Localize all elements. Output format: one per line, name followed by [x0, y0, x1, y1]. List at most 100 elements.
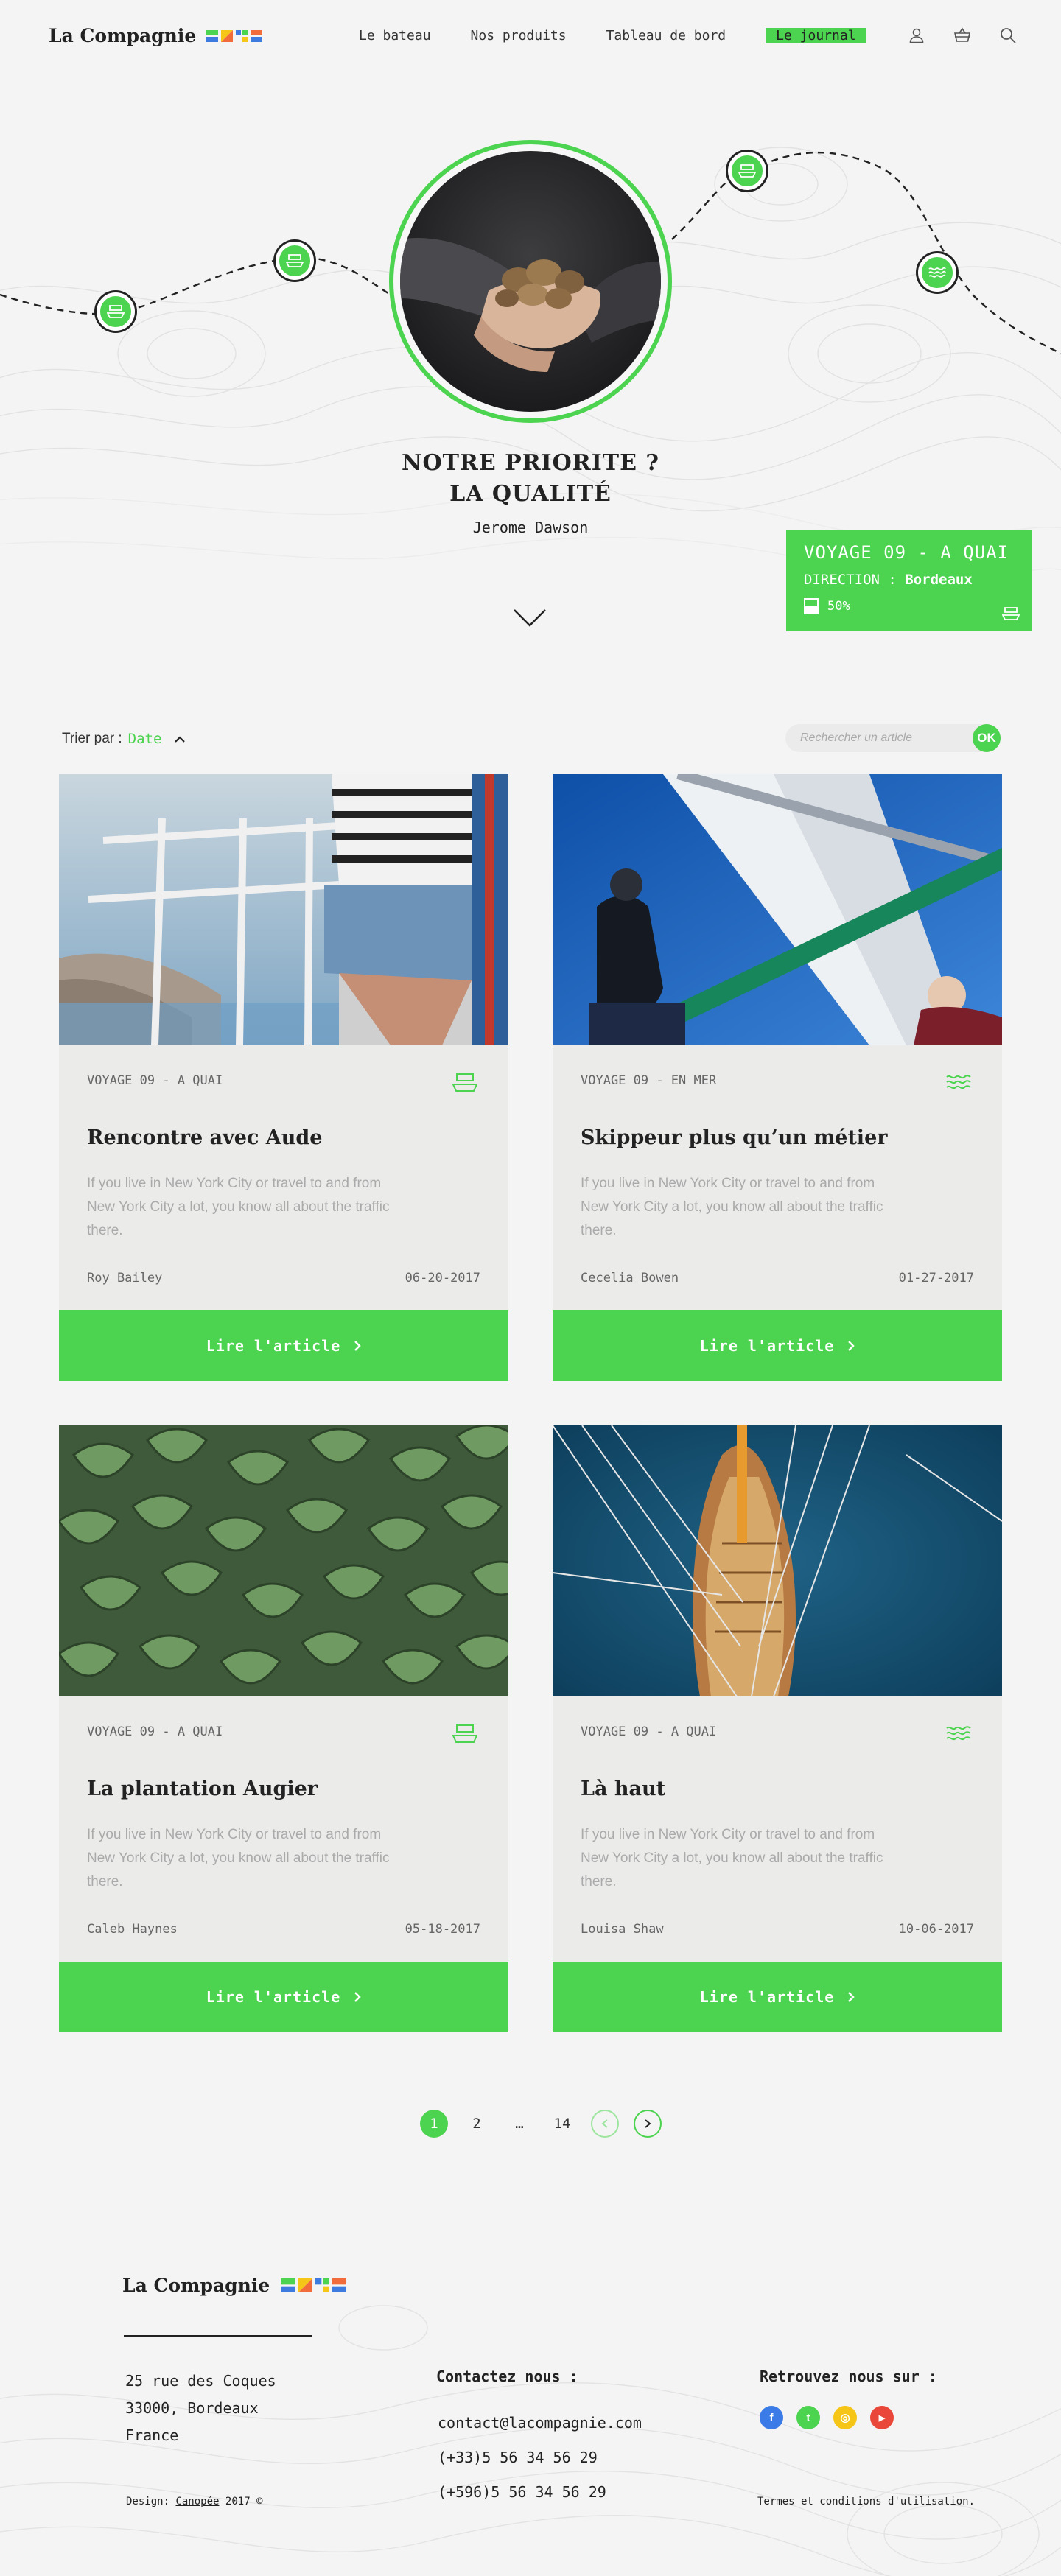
- terms-link[interactable]: Termes et conditions d'utilisation.: [757, 2496, 975, 2507]
- social-links: f t ◎ ▶: [760, 2406, 894, 2429]
- article-date: 01-27-2017: [898, 1271, 974, 1285]
- footer-address: 25 rue des Coques 33000, Bordeaux France: [125, 2368, 276, 2449]
- next-page-button[interactable]: [634, 2110, 662, 2138]
- footer-brand-logo[interactable]: La Compagnie: [122, 2275, 347, 2296]
- search-icon[interactable]: [999, 27, 1017, 44]
- user-icon[interactable]: [908, 27, 925, 44]
- voyage-direction: DIRECTION : Bordeaux: [804, 572, 1014, 588]
- article-title[interactable]: La plantation Augier: [87, 1777, 318, 1800]
- article-date: 06-20-2017: [405, 1271, 480, 1285]
- read-article-button[interactable]: Lire l'article: [59, 1310, 508, 1381]
- article-card: VOYAGE 09 - EN MER Skippeur plus qu’un m…: [553, 774, 1002, 1381]
- ship-icon: [452, 1724, 477, 1743]
- social-heading: Retrouvez nous sur :: [760, 2368, 937, 2385]
- ship-from-mast-photo: [553, 1425, 1002, 1696]
- article-excerpt: If you live in New York City or travel t…: [581, 1827, 883, 1889]
- search-ok-button[interactable]: OK: [973, 724, 1001, 752]
- nav-link-le-journal[interactable]: Le journal: [766, 28, 866, 43]
- chevron-up-icon[interactable]: [173, 734, 186, 743]
- page-2[interactable]: 2: [463, 2110, 491, 2138]
- brand-mark-orange: [298, 2278, 313, 2292]
- sailor-rope-photo: [553, 774, 1002, 1045]
- brand-mark-blue: [236, 29, 248, 42]
- bananas-photo: [59, 1425, 508, 1696]
- read-article-button[interactable]: Lire l'article: [59, 1962, 508, 2032]
- battery-icon: [804, 598, 819, 614]
- facebook-icon[interactable]: f: [760, 2406, 783, 2429]
- footer-brand-name: La Compagnie: [122, 2275, 270, 2296]
- article-image[interactable]: [59, 774, 508, 1045]
- read-article-label: Lire l'article: [206, 1988, 341, 2006]
- prev-page-button[interactable]: [591, 2110, 619, 2138]
- twitter-icon[interactable]: t: [796, 2406, 820, 2429]
- article-date: 05-18-2017: [405, 1922, 480, 1937]
- article-card: VOYAGE 09 - A QUAI Rencontre avec Aude I…: [59, 774, 508, 1381]
- sort-control: Trier par : Date: [62, 731, 186, 747]
- youtube-icon[interactable]: ▶: [870, 2406, 894, 2429]
- article-voyage-tag: VOYAGE 09 - A QUAI: [87, 1073, 223, 1088]
- ship-icon: [107, 305, 125, 318]
- nav-link-nos-produits[interactable]: Nos produits: [471, 28, 567, 43]
- pagination: 1 2 … 14: [420, 2110, 662, 2138]
- brand-mark-orange: [221, 29, 234, 42]
- design-credit-suffix: 2017 ©: [225, 2496, 263, 2507]
- chevron-right-icon: [354, 1992, 361, 2002]
- route-stop-1[interactable]: [97, 292, 135, 331]
- read-article-label: Lire l'article: [206, 1337, 341, 1355]
- voyage-title: VOYAGE 09 - A QUAI: [804, 542, 1009, 563]
- page-1[interactable]: 1: [420, 2110, 448, 2138]
- article-image[interactable]: [59, 1425, 508, 1696]
- design-credit-link[interactable]: Canopée: [175, 2496, 219, 2507]
- brand-marks: [206, 29, 263, 42]
- basket-icon[interactable]: [953, 27, 971, 44]
- route-stop-2[interactable]: [276, 242, 314, 280]
- contact-phone-1[interactable]: (+33)5 56 34 56 29: [438, 2440, 642, 2475]
- article-card: VOYAGE 09 - A QUAI La plantation Augier …: [59, 1425, 508, 2032]
- footer-divider: [124, 2335, 312, 2337]
- hero-section: NOTRE PRIORITE ? LA QUALITÉ Jerome Dawso…: [0, 74, 1061, 685]
- sort-value[interactable]: Date: [128, 731, 162, 747]
- brand-logo[interactable]: La Compagnie: [49, 25, 263, 46]
- brand-mark-blue: [315, 2278, 330, 2292]
- route-stop-3[interactable]: [728, 152, 766, 190]
- brand-mark-stripes: [332, 2278, 347, 2292]
- nav-link-le-bateau[interactable]: Le bateau: [359, 28, 431, 43]
- chevron-right-icon: [354, 1341, 361, 1351]
- nav-link-tableau-de-bord[interactable]: Tableau de bord: [606, 28, 726, 43]
- contact-phone-2[interactable]: (+596)5 56 34 56 29: [438, 2475, 642, 2510]
- voyage-status-card[interactable]: VOYAGE 09 - A QUAI DIRECTION : Bordeaux …: [786, 530, 1032, 631]
- article-title[interactable]: Rencontre avec Aude: [87, 1126, 322, 1149]
- article-image[interactable]: [553, 1425, 1002, 1696]
- main-menu: Le bateau Nos produits Tableau de bord L…: [359, 28, 866, 43]
- article-author: Roy Bailey: [87, 1271, 163, 1285]
- page-14[interactable]: 14: [548, 2110, 576, 2138]
- article-excerpt: If you live in New York City or travel t…: [87, 1827, 390, 1889]
- address-line-1: 25 rue des Coques: [125, 2372, 276, 2390]
- article-body: VOYAGE 09 - A QUAI La plantation Augier …: [59, 1696, 508, 1962]
- ship-icon: [286, 254, 304, 267]
- instagram-icon[interactable]: ◎: [833, 2406, 857, 2429]
- boat-railing-photo: [59, 774, 508, 1045]
- brand-mark-green: [281, 2278, 296, 2292]
- article-title[interactable]: Skippeur plus qu’un métier: [581, 1126, 887, 1149]
- article-card: VOYAGE 09 - A QUAI Là haut If you live i…: [553, 1425, 1002, 2032]
- design-credit: Design: Canopée 2017 ©: [126, 2496, 262, 2507]
- article-voyage-tag: VOYAGE 09 - A QUAI: [581, 1724, 717, 1739]
- read-article-button[interactable]: Lire l'article: [553, 1962, 1002, 2032]
- read-article-button[interactable]: Lire l'article: [553, 1310, 1002, 1381]
- footer-brand-marks: [281, 2278, 347, 2292]
- route-stop-4[interactable]: [918, 253, 956, 292]
- chevron-right-icon: [848, 1341, 855, 1351]
- chevron-down-icon[interactable]: [513, 608, 547, 628]
- waves-icon: [946, 1726, 971, 1741]
- article-title[interactable]: Là haut: [581, 1777, 665, 1800]
- voyage-progress-value: 50%: [827, 599, 850, 614]
- article-image[interactable]: [553, 774, 1002, 1045]
- contact-email[interactable]: contact@lacompagnie.com: [438, 2406, 642, 2440]
- search-input[interactable]: [800, 724, 970, 752]
- ship-icon: [738, 164, 756, 178]
- voyage-direction-value: Bordeaux: [905, 572, 973, 588]
- article-voyage-tag: VOYAGE 09 - EN MER: [581, 1073, 717, 1088]
- chevron-right-icon: [848, 1992, 855, 2002]
- hero-title-line-2: LA QUALITÉ: [449, 481, 612, 507]
